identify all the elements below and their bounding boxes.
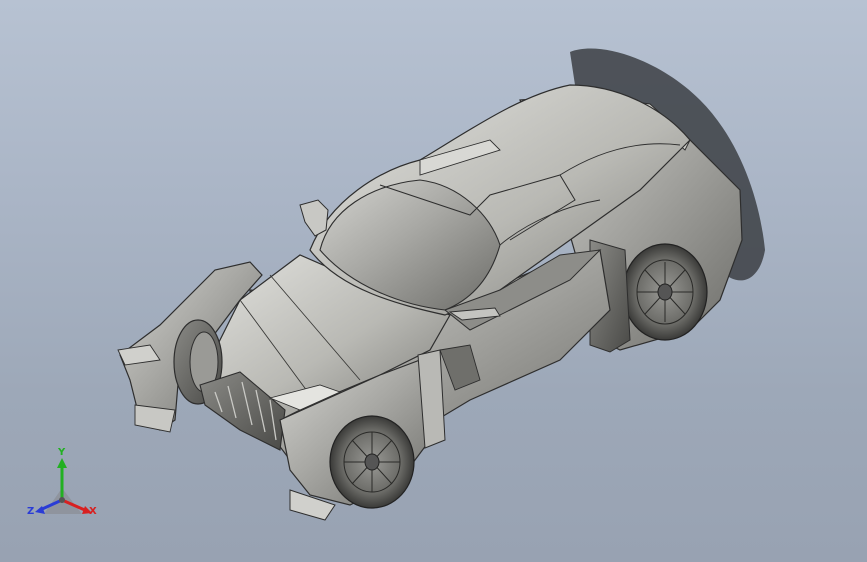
rear-wheel: [622, 243, 708, 341]
coordinate-triad: Y X Z: [24, 444, 114, 528]
y-arrow-icon: [57, 458, 67, 468]
antenna: [299, 199, 329, 237]
y-axis-label: Y: [58, 447, 66, 458]
front-wheel: [329, 415, 415, 509]
graphics-viewport[interactable]: Y X Z: [0, 0, 867, 562]
z-axis-label: Z: [27, 506, 35, 517]
car-3d-model[interactable]: [0, 0, 867, 562]
x-axis-label: X: [89, 506, 97, 517]
